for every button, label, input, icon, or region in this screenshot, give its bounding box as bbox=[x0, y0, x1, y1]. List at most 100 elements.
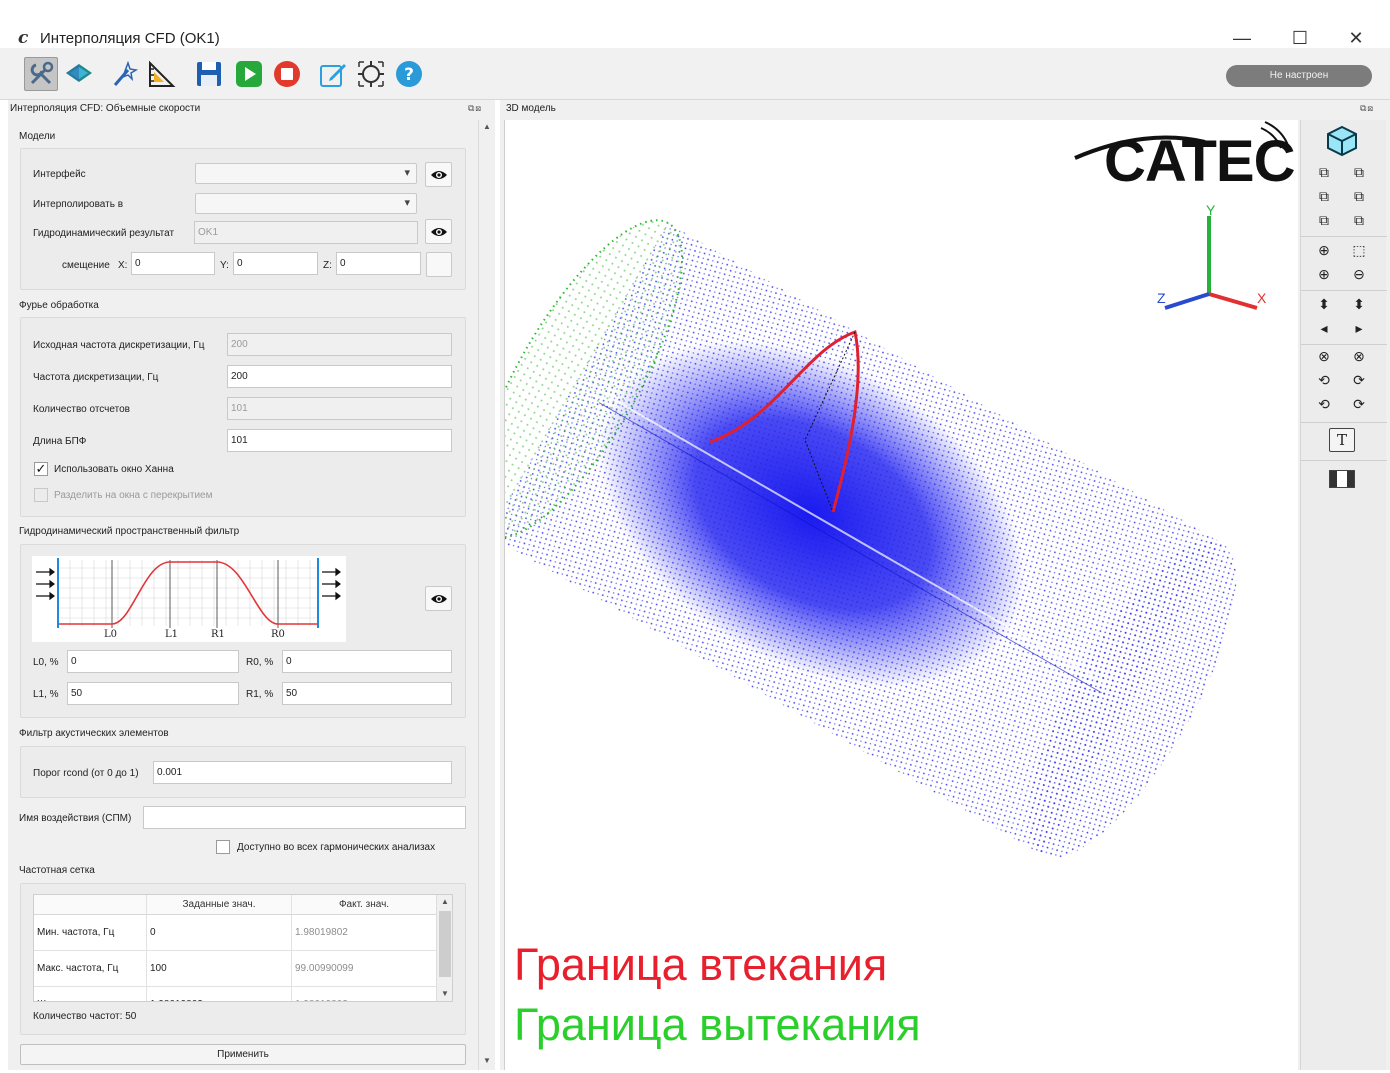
l1-field[interactable]: 50 bbox=[67, 682, 239, 705]
section-spatial-filter-title: Гидродинамический пространственный фильт… bbox=[19, 526, 240, 537]
graph-label-r1: R1 bbox=[211, 629, 225, 640]
table-cell-min-set[interactable]: 0 bbox=[147, 915, 292, 951]
scroll-up-icon[interactable]: ▲ bbox=[483, 122, 491, 131]
edit-button[interactable] bbox=[316, 57, 350, 91]
split-label: Разделить на окна с перекрытием bbox=[54, 490, 213, 501]
rot-y-neg-icon[interactable]: ⟲ bbox=[1314, 372, 1334, 389]
table-header-actual[interactable]: Факт. знач. bbox=[292, 895, 437, 915]
table-cell-step-set[interactable]: 1.98019802 bbox=[147, 987, 292, 1001]
pan-right-icon[interactable]: ▸ bbox=[1349, 320, 1369, 337]
rot-x-pos-icon[interactable]: ⊗ bbox=[1349, 348, 1369, 365]
table-cell-min-actual: 1.98019802 bbox=[292, 915, 437, 951]
rot-z-pos-icon[interactable]: ⟳ bbox=[1349, 396, 1369, 413]
result-eye-button[interactable] bbox=[425, 219, 452, 244]
view-bottom-icon[interactable]: ⧉ bbox=[1349, 212, 1369, 229]
table-cell-max-actual: 99.00990099 bbox=[292, 951, 437, 987]
offset-y-field[interactable]: 0 bbox=[233, 252, 318, 275]
interpolate-combo[interactable] bbox=[195, 193, 417, 214]
edit-icon bbox=[320, 64, 346, 87]
scroll-up-icon[interactable]: ▲ bbox=[441, 897, 449, 906]
zoom-out-icon[interactable]: ⊖ bbox=[1349, 266, 1369, 283]
table-scrollbar[interactable]: ▲ ▼ bbox=[436, 895, 452, 1001]
axis-y-label: Y bbox=[1206, 202, 1216, 218]
scroll-thumb[interactable] bbox=[439, 911, 451, 977]
l1-label: L1, % bbox=[33, 689, 59, 700]
section-fourier-title: Фурье обработка bbox=[19, 300, 99, 311]
pan-down-icon[interactable]: ⬍ bbox=[1314, 296, 1334, 313]
offset-pick-button[interactable] bbox=[426, 252, 452, 277]
rot-y-pos-icon[interactable]: ⟳ bbox=[1349, 372, 1369, 389]
section-models-title: Модели bbox=[19, 131, 56, 142]
l0-field[interactable]: 0 bbox=[67, 650, 239, 673]
fft-label: Длина БПФ bbox=[33, 436, 87, 447]
left-scrollbar[interactable]: ▲ ▼ bbox=[478, 120, 495, 1070]
save-button[interactable] bbox=[192, 57, 226, 91]
filter-eye-button[interactable] bbox=[425, 586, 452, 611]
filter-shape-graph bbox=[32, 556, 346, 642]
view-back-icon[interactable]: ⧉ bbox=[1349, 164, 1369, 181]
settings-icon bbox=[30, 61, 54, 85]
r0-field[interactable]: 0 bbox=[282, 650, 452, 673]
apply-button[interactable]: Применить bbox=[20, 1044, 466, 1065]
view-right-icon[interactable]: ⧉ bbox=[1349, 188, 1369, 205]
eye-icon bbox=[430, 170, 447, 179]
r1-field[interactable]: 50 bbox=[282, 682, 452, 705]
split-checkbox bbox=[34, 488, 48, 502]
help-button[interactable]: ? bbox=[392, 57, 426, 91]
interface-eye-button[interactable] bbox=[425, 162, 452, 187]
zoom-in-icon[interactable]: ⊕ bbox=[1314, 266, 1334, 283]
offset-x-field[interactable]: 0 bbox=[131, 252, 215, 275]
all-harmonic-checkbox[interactable] bbox=[216, 840, 230, 854]
interface-combo[interactable] bbox=[195, 163, 417, 184]
crosshair-icon bbox=[358, 61, 384, 87]
mesh-button[interactable] bbox=[62, 57, 96, 91]
table-header-set[interactable]: Заданные знач. bbox=[147, 895, 292, 915]
3d-viewport[interactable] bbox=[473, 120, 1298, 1070]
cube-view-icon[interactable] bbox=[1325, 124, 1359, 158]
rcond-field[interactable]: 0.001 bbox=[153, 761, 452, 784]
hann-checkbox[interactable]: ✓ bbox=[34, 462, 48, 476]
stop-button[interactable] bbox=[270, 57, 304, 91]
scroll-down-icon[interactable]: ▼ bbox=[483, 1056, 491, 1065]
frequency-table[interactable]: Заданные знач. Факт. знач. Мин. частота,… bbox=[33, 894, 453, 1002]
fft-field[interactable]: 101 bbox=[227, 429, 452, 452]
r1-label: R1, % bbox=[246, 689, 274, 700]
legend-inflow: Граница втекания bbox=[514, 939, 888, 990]
colorbar-icon[interactable] bbox=[1329, 470, 1355, 488]
dock-buttons[interactable]: ⧉⊠ bbox=[468, 103, 482, 114]
toolbar-divider bbox=[1301, 290, 1387, 291]
rot-z-neg-icon[interactable]: ⟲ bbox=[1314, 396, 1334, 413]
count-label: Количество отсчетов bbox=[33, 404, 130, 415]
wand-button[interactable] bbox=[108, 57, 142, 91]
zoom-box-icon[interactable]: ⬚ bbox=[1349, 242, 1369, 259]
rate-label: Частота дискретизации, Гц bbox=[33, 372, 159, 383]
view-front-icon[interactable]: ⧉ bbox=[1314, 164, 1334, 181]
svg-text:?: ? bbox=[404, 65, 414, 85]
offset-z-label: Z: bbox=[323, 260, 332, 271]
settings-button[interactable] bbox=[24, 57, 58, 91]
toolbar-divider bbox=[1301, 422, 1387, 423]
interface-label: Интерфейс bbox=[33, 169, 86, 180]
offset-y-label: Y: bbox=[220, 260, 229, 271]
measure-button[interactable] bbox=[144, 57, 178, 91]
table-header-corner bbox=[34, 895, 147, 915]
pan-up-icon[interactable]: ⬍ bbox=[1349, 296, 1369, 313]
text-tool-icon[interactable]: T bbox=[1329, 428, 1355, 452]
focus-button[interactable] bbox=[354, 57, 388, 91]
freq-count-label: Количество частот: 50 bbox=[33, 1011, 137, 1022]
view-left-icon[interactable]: ⧉ bbox=[1314, 188, 1334, 205]
app-logo-icon: c bbox=[18, 28, 29, 48]
run-button[interactable] bbox=[232, 57, 266, 91]
pan-left-icon[interactable]: ◂ bbox=[1314, 320, 1334, 337]
view-top-icon[interactable]: ⧉ bbox=[1314, 212, 1334, 229]
scroll-down-icon[interactable]: ▼ bbox=[441, 989, 449, 998]
dock-buttons[interactable]: ⧉⊠ bbox=[1360, 103, 1374, 114]
offset-z-field[interactable]: 0 bbox=[336, 252, 421, 275]
load-name-field[interactable] bbox=[143, 806, 466, 829]
table-cell-max-set[interactable]: 100 bbox=[147, 951, 292, 987]
zoom-fit-icon[interactable]: ⊕ bbox=[1314, 242, 1334, 259]
rot-x-neg-icon[interactable]: ⊗ bbox=[1314, 348, 1334, 365]
rate-field[interactable]: 200 bbox=[227, 365, 452, 388]
help-icon: ? bbox=[396, 61, 422, 87]
graph-label-r0: R0 bbox=[271, 629, 285, 640]
